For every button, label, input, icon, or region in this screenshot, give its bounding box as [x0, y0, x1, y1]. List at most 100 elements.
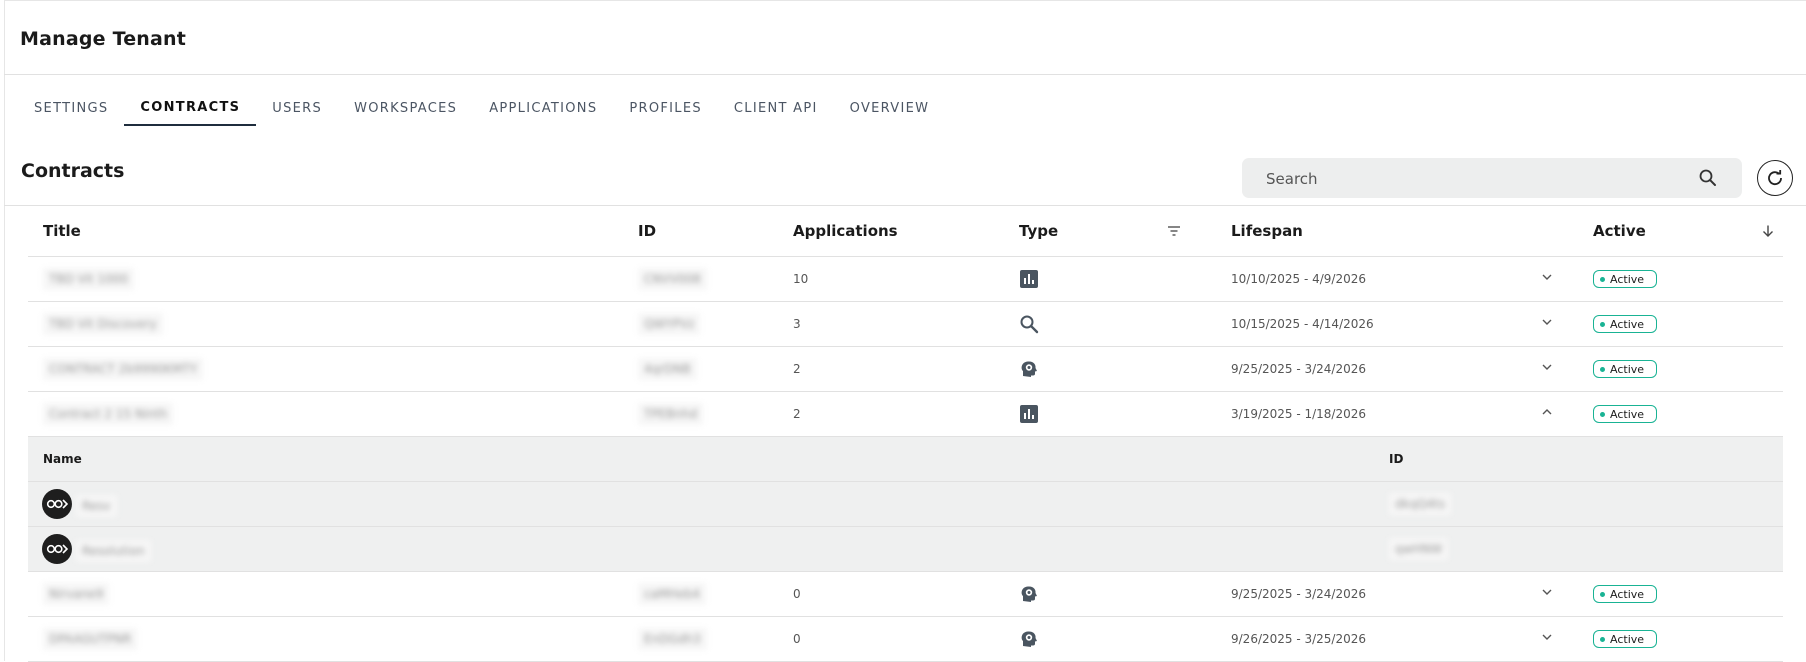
arrow-down-icon[interactable] — [1761, 224, 1775, 238]
column-type-label: Type — [1019, 222, 1059, 240]
row-applications: 2 — [793, 391, 1019, 437]
table-row[interactable]: TBD Vit Discovery QWYPVz 3 10/15/2025 - … — [28, 301, 1783, 347]
status-label: Active — [1610, 317, 1645, 331]
status-badge: Active — [1593, 405, 1658, 423]
row-id: 4qrDNB — [638, 358, 697, 380]
subtable-column-name: Name — [28, 436, 1231, 482]
table-header: Title ID Applications Type Lifespan Acti… — [28, 206, 1783, 257]
subtable-id: qwHNW — [1389, 538, 1449, 560]
status-label: Active — [1610, 587, 1645, 601]
row-lifespan: 10/10/2025 - 4/9/2026 — [1231, 272, 1367, 286]
tab-settings[interactable]: SETTINGS — [18, 90, 124, 126]
chevron-up-icon[interactable] — [1541, 406, 1553, 418]
refresh-button[interactable] — [1757, 160, 1793, 196]
column-active-label: Active — [1593, 222, 1646, 240]
row-lifespan: 9/25/2025 - 3/24/2026 — [1231, 587, 1367, 601]
status-badge: Active — [1593, 630, 1658, 648]
chevron-down-icon[interactable] — [1541, 631, 1553, 643]
column-active[interactable]: Active — [1593, 206, 1783, 257]
subtable-column-id: ID — [1231, 436, 1783, 482]
filter-icon[interactable] — [1167, 224, 1181, 238]
table-row[interactable]: CONTRACT 2b9990KMTY 4qrDNB 2 9/25/2025 -… — [28, 346, 1783, 392]
subtable-name[interactable]: Resolution — [76, 540, 151, 562]
row-title[interactable]: Nirvane9 — [43, 583, 110, 605]
tab-contracts[interactable]: CONTRACTS — [124, 90, 257, 126]
status-dot — [1600, 276, 1605, 282]
bar-chart-icon — [1020, 405, 1038, 423]
column-id[interactable]: ID — [638, 206, 793, 257]
tab-profiles[interactable]: PROFILES — [613, 90, 718, 126]
table-row[interactable]: TBD Vit 1000 CNVV008 10 10/10/2025 - 4/9… — [28, 256, 1783, 302]
table-row[interactable]: Nirvane9 caMHeb4 0 9/25/2025 - 3/24/2026… — [28, 571, 1783, 617]
column-lifespan[interactable]: Lifespan — [1231, 206, 1593, 257]
table-row-expanded[interactable]: Contract 2 15 Ninth TPEBnhd 2 3/19/2025 … — [28, 391, 1783, 437]
status-badge: Active — [1593, 585, 1658, 603]
refresh-icon — [1768, 170, 1782, 186]
row-title[interactable]: DPAAGUTPNR — [43, 628, 138, 650]
contracts-table: Title ID Applications Type Lifespan Acti… — [28, 206, 1783, 662]
search-box — [1242, 158, 1742, 200]
table-row[interactable]: DPAAGUTPNR EnDGdh3 0 9/26/2025 - 3/25/20… — [28, 616, 1783, 662]
status-badge: Active — [1593, 315, 1658, 333]
head-gear-icon — [1021, 586, 1037, 602]
subtable-row[interactable]: Resolution qwHNW — [28, 526, 1783, 572]
status-dot — [1600, 366, 1605, 372]
chevron-down-icon[interactable] — [1541, 361, 1553, 373]
row-id: TPEBnhd — [638, 403, 704, 425]
head-gear-icon — [1021, 631, 1037, 647]
row-id: QWYPVz — [638, 313, 701, 335]
row-applications: 3 — [793, 301, 1019, 347]
row-lifespan: 9/26/2025 - 3/25/2026 — [1231, 632, 1367, 646]
row-title[interactable]: Contract 2 15 Ninth — [43, 403, 174, 425]
head-gear-icon — [1021, 361, 1037, 377]
app-logo-icon — [46, 499, 68, 509]
status-label: Active — [1610, 272, 1645, 286]
chevron-down-icon[interactable] — [1541, 271, 1553, 283]
column-type[interactable]: Type — [1019, 206, 1231, 257]
column-applications[interactable]: Applications — [793, 206, 1019, 257]
row-id: EnDGdh3 — [638, 628, 707, 650]
tab-bar: SETTINGS CONTRACTS USERS WORKSPACES APPL… — [18, 90, 945, 126]
row-id: caMHeb4 — [638, 583, 706, 605]
row-applications: 0 — [793, 616, 1019, 662]
subtable-name[interactable]: Resv — [76, 495, 117, 517]
status-badge: Active — [1593, 270, 1658, 288]
tab-client-api[interactable]: CLIENT API — [718, 90, 834, 126]
chevron-down-icon[interactable] — [1541, 316, 1553, 328]
search-icon[interactable] — [1698, 168, 1718, 188]
divider — [4, 74, 1806, 75]
app-avatar — [42, 534, 72, 564]
page-title: Manage Tenant — [20, 28, 187, 50]
row-lifespan: 10/15/2025 - 4/14/2026 — [1231, 317, 1374, 331]
status-dot — [1600, 411, 1605, 417]
tab-workspaces[interactable]: WORKSPACES — [338, 90, 473, 126]
chevron-down-icon[interactable] — [1541, 586, 1553, 598]
row-title[interactable]: CONTRACT 2b9990KMTY — [43, 358, 204, 380]
row-lifespan: 9/25/2025 - 3/24/2026 — [1231, 362, 1367, 376]
row-id: CNVV008 — [638, 268, 707, 290]
row-title[interactable]: TBD Vit Discovery — [43, 313, 163, 335]
status-dot — [1600, 636, 1605, 642]
row-applications: 2 — [793, 346, 1019, 392]
status-dot — [1600, 321, 1605, 327]
column-title[interactable]: Title — [28, 206, 638, 257]
tab-overview[interactable]: OVERVIEW — [834, 90, 946, 126]
status-badge: Active — [1593, 360, 1658, 378]
status-label: Active — [1610, 632, 1645, 646]
bar-chart-icon — [1020, 270, 1038, 288]
tab-users[interactable]: USERS — [256, 90, 338, 126]
row-applications: 10 — [793, 256, 1019, 302]
magnifier-icon — [1020, 315, 1039, 334]
row-applications: 0 — [793, 571, 1019, 617]
row-title[interactable]: TBD Vit 1000 — [43, 268, 134, 290]
section-title: Contracts — [21, 160, 125, 182]
subtable-header: Name ID — [28, 436, 1783, 482]
subtable-id: dkqQ4ts — [1389, 493, 1452, 515]
subtable-row[interactable]: Resv dkqQ4ts — [28, 481, 1783, 527]
app-logo-icon — [46, 544, 68, 554]
status-dot — [1600, 591, 1605, 597]
tab-applications[interactable]: APPLICATIONS — [473, 90, 613, 126]
app-avatar — [42, 489, 72, 519]
status-label: Active — [1610, 407, 1645, 421]
search-input[interactable] — [1264, 158, 1688, 200]
